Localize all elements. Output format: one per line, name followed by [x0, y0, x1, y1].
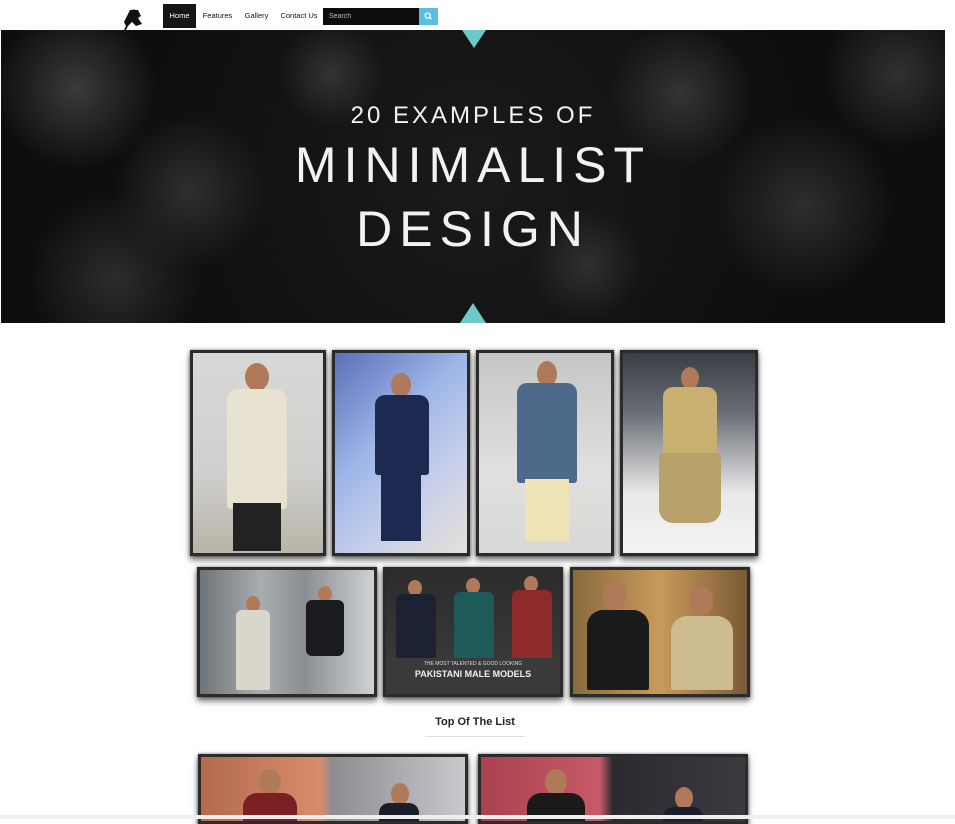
page-footer-edge — [0, 815, 955, 819]
gallery-photo-6[interactable]: THE MOST TALENTED & GOOD LOOKING PAKISTA… — [383, 567, 563, 697]
gallery-photo-3[interactable] — [476, 350, 614, 556]
gallery-photo-1[interactable] — [190, 350, 326, 556]
photo-caption-small: THE MOST TALENTED & GOOD LOOKING — [423, 661, 523, 667]
gallery-photo-8[interactable] — [198, 754, 468, 824]
gallery-photo-9[interactable] — [478, 754, 748, 824]
gallery-photo-7[interactable] — [570, 567, 750, 697]
section-title-top-of-the-list: Top Of The List — [425, 712, 525, 737]
nav-features[interactable]: Features — [199, 4, 236, 28]
gallery-photo-2[interactable] — [332, 350, 470, 556]
hero-triangle-bottom — [460, 303, 486, 323]
gallery-photo-4[interactable] — [620, 350, 758, 556]
hero-subtitle: 20 EXAMPLES OF — [350, 102, 596, 129]
nav-contact-us[interactable]: Contact Us — [278, 4, 320, 28]
hero-title-line2: DESIGN — [356, 201, 590, 257]
search-icon — [424, 12, 432, 20]
hero-triangle-top — [462, 30, 486, 48]
search-input[interactable] — [323, 8, 419, 25]
nav-gallery[interactable]: Gallery — [240, 4, 273, 28]
search-button[interactable] — [419, 8, 438, 25]
hero-banner: 20 EXAMPLES OF MINIMALIST DESIGN — [1, 30, 945, 323]
photo-caption-main: PAKISTANI MALE MODELS — [414, 669, 532, 679]
hero-title-line1: MINIMALIST — [294, 137, 652, 193]
navbar: Home Features Gallery Contact Us — [0, 0, 955, 42]
nav-home[interactable]: Home — [163, 4, 196, 28]
gallery-photo-5[interactable] — [197, 567, 377, 697]
